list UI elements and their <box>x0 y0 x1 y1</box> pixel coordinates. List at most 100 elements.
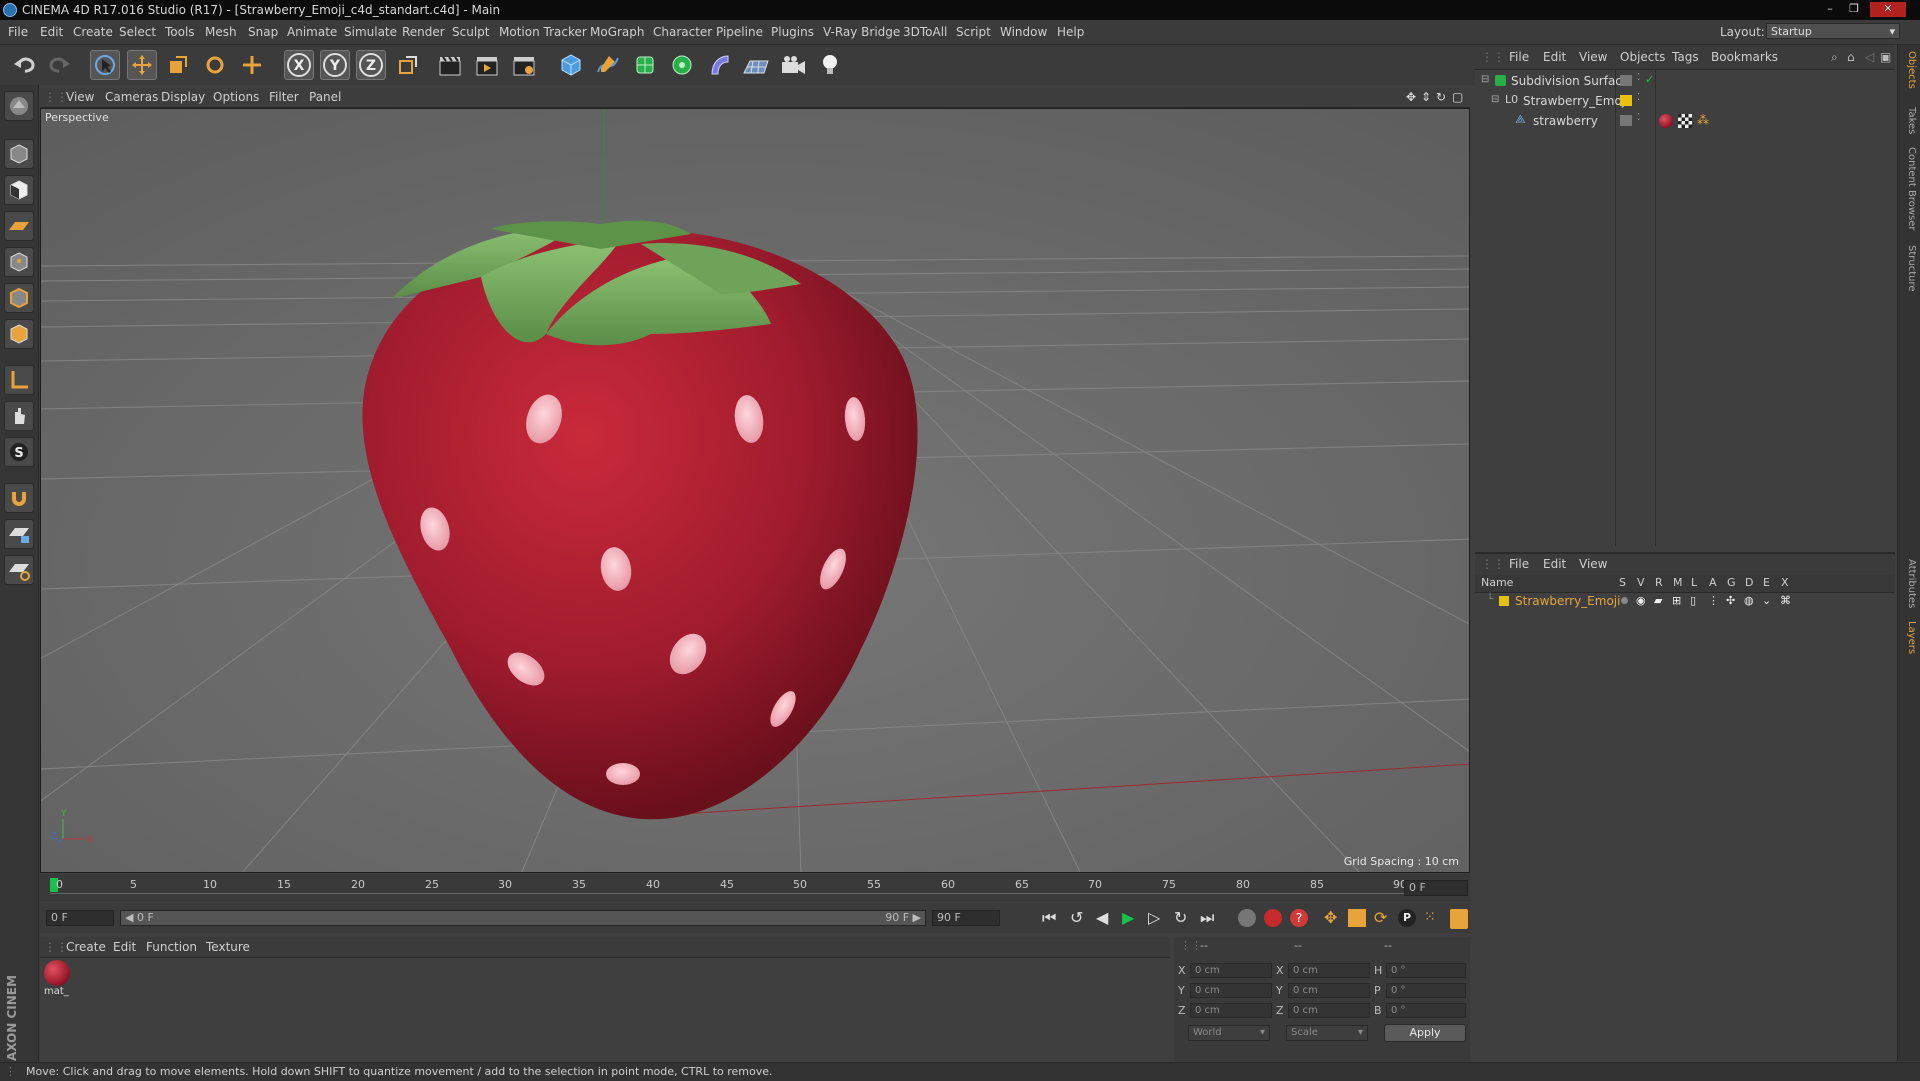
recent-tool-button[interactable] <box>237 50 267 80</box>
coord-size-y-field[interactable]: 0 cm <box>1288 983 1370 998</box>
axis-mode-button[interactable] <box>4 365 34 395</box>
material-menu-texture[interactable]: Texture <box>206 940 250 954</box>
object-row-strawberry[interactable]: ⟁ strawberry ⁚ ⁂ <box>1475 112 1895 132</box>
side-tab-content-browser[interactable]: Content Browser <box>1901 147 1917 230</box>
layer-manager-icon[interactable]: ⊞ <box>1672 594 1681 607</box>
layer-column-expressions[interactable]: E <box>1763 576 1770 589</box>
previous-key-button[interactable]: ↺ <box>1070 908 1083 927</box>
layer-column-view[interactable]: V <box>1637 576 1645 589</box>
go-to-start-button[interactable]: ⏮ <box>1042 908 1056 928</box>
frame-range-slider[interactable]: ◀ 0 F 90 F ▶ <box>120 910 926 926</box>
z-axis-lock-button[interactable]: Z <box>356 50 386 80</box>
layer-animation-icon[interactable]: ⋮ <box>1708 594 1719 607</box>
menu-motion-tracker[interactable]: Motion Tracker <box>499 25 587 39</box>
menu-window[interactable]: Window <box>1000 25 1047 39</box>
render-to-picture-viewer-button[interactable] <box>472 50 502 80</box>
record-active-objects-button[interactable] <box>1264 909 1282 927</box>
apply-button[interactable]: Apply <box>1384 1024 1466 1042</box>
deformer-button[interactable] <box>704 50 734 80</box>
render-settings-button[interactable] <box>509 50 539 80</box>
viewport-menu-filter[interactable]: Filter <box>269 90 299 104</box>
layer-menu-edit[interactable]: Edit <box>1543 557 1566 571</box>
menu-snap[interactable]: Snap <box>248 25 278 39</box>
live-selection-button[interactable] <box>90 50 120 80</box>
menu-animate[interactable]: Animate <box>287 25 337 39</box>
subdivision-surface-button[interactable] <box>630 50 660 80</box>
polygons-mode-button[interactable] <box>4 319 34 349</box>
points-mode-button[interactable] <box>4 247 34 277</box>
viewport-maximize-icon[interactable]: ▢ <box>1452 90 1463 104</box>
3d-viewport[interactable]: Perspective Y Z X Grid Spacing: 10 cm <box>40 108 1470 873</box>
layer-column-locked[interactable]: L <box>1691 576 1697 589</box>
key-rotation-button[interactable]: ⟳ <box>1374 908 1387 927</box>
new-view-icon[interactable]: ▣ <box>1880 50 1891 64</box>
layer-column-deformers[interactable]: D <box>1745 576 1753 589</box>
coord-pos-x-field[interactable]: 0 cm <box>1190 963 1272 978</box>
object-menu-tags[interactable]: Tags <box>1672 50 1699 64</box>
object-menu-bookmarks[interactable]: Bookmarks <box>1711 50 1778 64</box>
material-menu-edit[interactable]: Edit <box>113 940 136 954</box>
rotate-tool-button[interactable] <box>200 50 230 80</box>
material-tag-icon[interactable] <box>1659 114 1673 128</box>
menu-tools[interactable]: Tools <box>165 25 195 39</box>
menu-pipeline[interactable]: Pipeline <box>716 25 763 39</box>
planar-workplane-button[interactable] <box>4 555 34 585</box>
menu-character[interactable]: Character <box>653 25 712 39</box>
menu-file[interactable]: File <box>8 25 28 39</box>
layer-color-swatch[interactable] <box>1620 95 1632 106</box>
object-menu-edit[interactable]: Edit <box>1543 50 1566 64</box>
object-row-subdivision-surface[interactable]: ⊟ Subdivision Surface ⁚ ✓ <box>1475 72 1895 92</box>
menu-mograph[interactable]: MoGraph <box>590 25 645 39</box>
object-menu-objects[interactable]: Objects <box>1620 50 1665 64</box>
layer-visible-eye-icon[interactable]: ◉ <box>1636 594 1646 607</box>
side-tab-objects[interactable]: Objects <box>1901 51 1917 89</box>
coord-rot-p-field[interactable]: 0 ° <box>1386 983 1466 998</box>
loop-button[interactable]: ↻ <box>1174 908 1187 927</box>
current-frame-field[interactable]: 0 F <box>1404 880 1468 896</box>
menu-vray-bridge[interactable]: V-Ray Bridge <box>823 25 900 39</box>
layer-column-manager[interactable]: M <box>1673 576 1683 589</box>
layer-column-solo[interactable]: S <box>1619 576 1626 589</box>
object-menu-file[interactable]: File <box>1509 50 1529 64</box>
viewport-rotate-icon[interactable]: ↻ <box>1436 90 1446 104</box>
coordinate-space-dropdown[interactable]: World ▾ <box>1188 1025 1270 1041</box>
layer-xref-icon[interactable]: ⌘ <box>1780 594 1791 607</box>
model-mode-button[interactable] <box>4 139 34 169</box>
x-axis-lock-button[interactable]: X <box>284 50 314 80</box>
visibility-dots-icon[interactable]: ⁚ <box>1637 92 1640 103</box>
layer-menu-view[interactable]: View <box>1579 557 1607 571</box>
side-tab-takes[interactable]: Takes <box>1901 107 1917 134</box>
timeline-track[interactable]: 0 5 10 15 20 25 30 35 40 45 50 55 60 65 … <box>50 876 1430 900</box>
search-icon[interactable]: ⌕ <box>1831 50 1838 65</box>
size-mode-dropdown[interactable]: Scale ▾ <box>1286 1025 1368 1041</box>
undo-button[interactable] <box>10 50 40 80</box>
cloner-button[interactable] <box>667 50 697 80</box>
menu-mesh[interactable]: Mesh <box>205 25 237 39</box>
camera-button[interactable] <box>778 50 808 80</box>
previous-frame-button[interactable]: ◀ <box>1096 908 1108 927</box>
menu-select[interactable]: Select <box>119 25 156 39</box>
close-button[interactable]: ✕ <box>1870 2 1906 17</box>
solo-mode-button[interactable]: S <box>4 437 34 467</box>
viewport-pan-icon[interactable]: ✥ <box>1406 90 1416 104</box>
coord-size-z-field[interactable]: 0 cm <box>1288 1003 1370 1018</box>
coord-rot-b-field[interactable]: 0 ° <box>1386 1003 1466 1018</box>
redo-button[interactable] <box>44 50 74 80</box>
layer-menu-file[interactable]: File <box>1509 557 1529 571</box>
menu-simulate[interactable]: Simulate <box>344 25 397 39</box>
cube-primitive-button[interactable] <box>556 50 586 80</box>
viewport-menu-cameras[interactable]: Cameras <box>105 90 158 104</box>
phong-tag-icon[interactable]: ⁂ <box>1697 113 1709 127</box>
viewport-menu-panel[interactable]: Panel <box>309 90 341 104</box>
texture-mode-button[interactable] <box>4 175 34 205</box>
autokey-help-icon[interactable]: ? <box>1290 909 1308 927</box>
layer-column-xref[interactable]: X <box>1781 576 1789 589</box>
layer-deformer-icon[interactable]: ◍ <box>1744 594 1754 607</box>
motion-record-button[interactable] <box>1238 909 1256 927</box>
layer-render-icon[interactable]: ▰ <box>1654 594 1662 607</box>
key-parameter-icon[interactable]: P <box>1398 909 1416 927</box>
key-scale-button[interactable] <box>1348 909 1366 927</box>
home-icon[interactable]: ⌂ <box>1847 50 1855 64</box>
layer-generator-icon[interactable]: ✣ <box>1726 594 1735 607</box>
maximize-button[interactable]: ❐ <box>1842 2 1866 17</box>
